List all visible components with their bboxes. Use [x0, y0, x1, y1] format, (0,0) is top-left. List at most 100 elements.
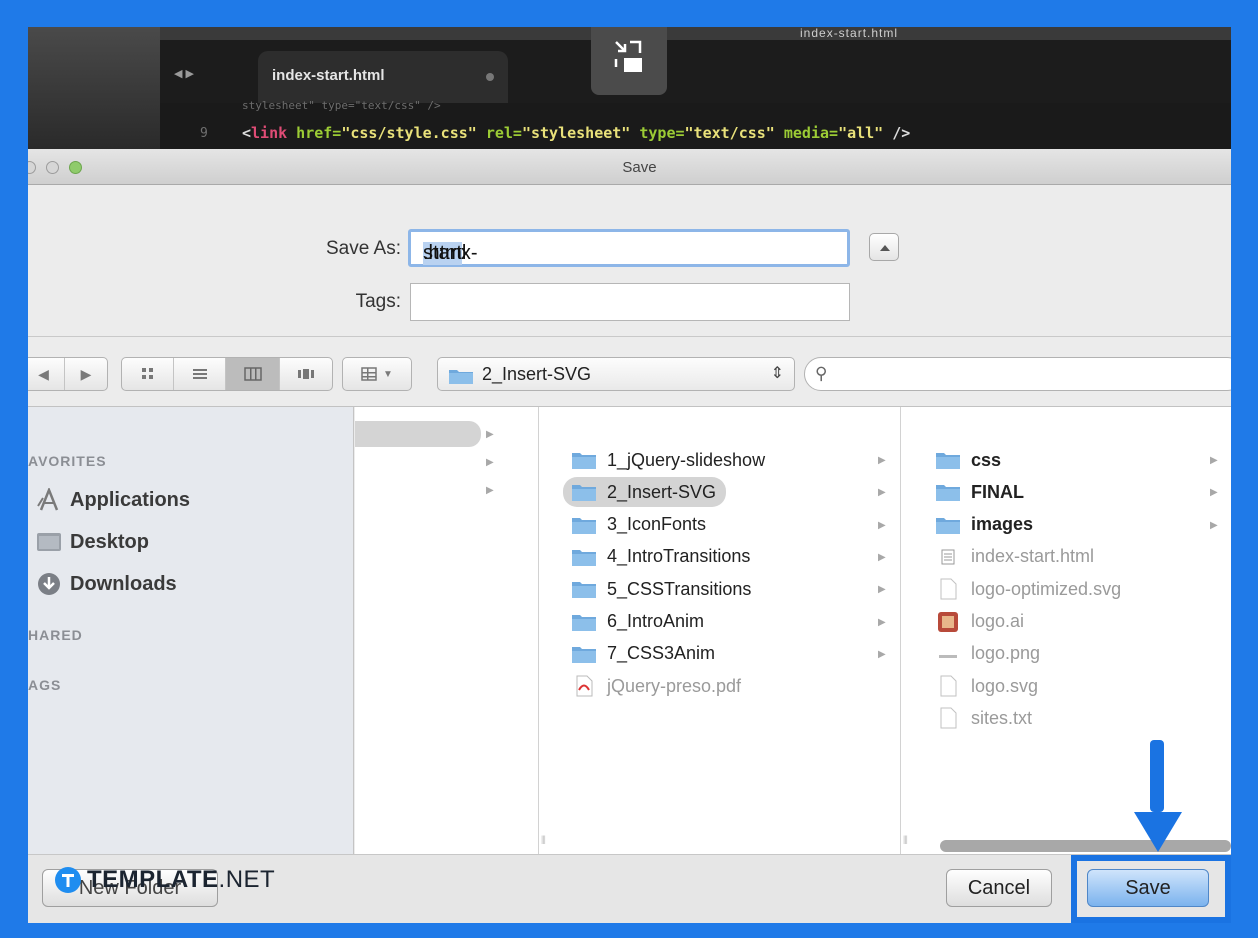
editor-tab-label: index-start.html — [272, 67, 385, 84]
view-mode-group — [121, 357, 333, 391]
browser-item[interactable]: sites.txt — [927, 703, 1032, 733]
sidebar-item-applications[interactable]: Applications — [36, 485, 190, 515]
arrow-down-icon — [1134, 740, 1182, 852]
browser-item[interactable]: 6_IntroAnim — [563, 607, 704, 637]
chevron-right-icon: ▶ — [878, 519, 886, 531]
applications-icon — [36, 488, 62, 512]
forward-icon[interactable]: ▶ — [65, 358, 107, 390]
tags-field[interactable] — [410, 283, 850, 321]
folder-icon — [571, 579, 597, 599]
sidebar: AVORITES Applications Desktop Downloads … — [28, 407, 354, 854]
sidebar-heading-favorites: AVORITES — [28, 453, 107, 469]
browser-item-label: 6_IntroAnim — [607, 611, 705, 631]
browser-item-label: logo.svg — [971, 675, 1039, 696]
folder-icon — [449, 370, 473, 384]
browser-item[interactable]: 5_CSSTransitions — [563, 574, 751, 604]
sidebar-item-label: Downloads — [70, 572, 177, 595]
back-forward-group: ◀ ▶ — [28, 357, 108, 391]
desktop-folder-icon — [36, 530, 62, 554]
tab-close-icon[interactable] — [486, 73, 494, 81]
browser-item-label: 2_Insert-SVG — [607, 481, 717, 502]
browser-item[interactable]: css — [927, 445, 1001, 475]
screenshot-frame: index-start.html ◀ ▶ index-start.html st… — [28, 27, 1231, 923]
save-as-label: Save As: — [326, 238, 401, 259]
browser-item-label: jQuery-preso.pdf — [607, 675, 742, 696]
browser-item-label: sites.txt — [971, 707, 1033, 728]
search-input[interactable]: ⚲ — [804, 357, 1231, 391]
code-val-href: "css/style.css" — [341, 124, 477, 142]
chevron-right-icon: ▶ — [878, 455, 886, 466]
browser-item-label: 3_IconFonts — [607, 514, 707, 535]
column-divider[interactable] — [900, 407, 901, 854]
browser-item[interactable]: index-start.html — [927, 542, 1094, 572]
chevron-right-icon: ▶ — [878, 648, 886, 660]
browser-item[interactable]: jQuery-preso.pdf — [563, 671, 741, 701]
column-divider[interactable] — [538, 407, 539, 854]
code-val-media: "all" — [838, 124, 884, 142]
chevron-right-icon: ▶ — [486, 485, 494, 496]
cover-flow-icon[interactable] — [280, 358, 332, 390]
browser-item[interactable]: logo.png — [927, 639, 1040, 669]
chevron-up-icon — [880, 245, 890, 251]
chevron-right-icon: ▶ — [1210, 455, 1218, 466]
chevron-right-icon: ▶ — [486, 429, 494, 440]
arrange-icon: ▼ — [343, 358, 411, 390]
browser-item-label: css — [971, 449, 1002, 470]
sidebar-item-label: Desktop — [70, 530, 149, 553]
column-view-icon[interactable] — [226, 358, 280, 390]
browser-item[interactable]: 3_IconFonts — [563, 510, 706, 540]
browser-item[interactable]: logo-optimized.svg — [927, 574, 1121, 604]
editor-window: index-start.html ◀ ▶ index-start.html st… — [28, 27, 1231, 149]
browser-item[interactable]: images — [927, 510, 1033, 540]
horizontal-scrollbar[interactable] — [940, 840, 1231, 852]
code-line: <link href="css/style.css" rel="styleshe… — [242, 124, 910, 142]
location-popup[interactable]: 2_Insert-SVG ⇕ — [437, 357, 795, 391]
sidebar-item-desktop[interactable]: Desktop — [36, 527, 149, 557]
chevron-right-icon: ▶ — [878, 616, 886, 628]
browser-item[interactable]: 1_jQuery-slideshow — [563, 445, 765, 475]
code-tag: link — [251, 124, 288, 142]
back-icon[interactable]: ◀ — [28, 358, 66, 390]
column1-selection[interactable] — [355, 421, 481, 447]
file-file-icon — [935, 675, 961, 697]
template-net-watermark: TEMPLATE.NET — [55, 866, 275, 894]
html-file-icon — [935, 547, 961, 567]
editor-nav-arrows-icon[interactable]: ◀ ▶ — [174, 67, 194, 80]
search-icon: ⚲ — [815, 364, 828, 383]
icon-view-icon[interactable] — [122, 358, 174, 390]
browser-item-label: logo.ai — [971, 611, 1025, 631]
editor-tab[interactable]: index-start.html — [258, 51, 508, 103]
browser-item[interactable]: logo.svg — [927, 671, 1038, 701]
editor-title-bar: index-start.html — [160, 27, 1231, 40]
folder-icon — [571, 482, 597, 502]
code-attr-type: type= — [630, 124, 685, 142]
folder-icon — [571, 644, 597, 664]
code-attr-rel: rel= — [476, 124, 522, 142]
browser-item[interactable]: FINAL — [927, 477, 1024, 507]
cancel-button[interactable]: Cancel — [946, 869, 1052, 907]
expand-dialog-button[interactable] — [869, 233, 899, 261]
browser-item-label: 7_CSS3Anim — [607, 643, 716, 664]
sidebar-item-downloads[interactable]: Downloads — [36, 569, 177, 599]
browser-item[interactable]: logo.ai — [927, 607, 1024, 637]
ai-file-icon — [935, 611, 961, 632]
list-view-icon[interactable] — [174, 358, 226, 390]
column-resize-handle-icon[interactable]: ⦀ — [541, 835, 546, 848]
save-dialog-title-bar: Save — [28, 149, 1231, 185]
save-as-field[interactable]: index-start.html — [408, 229, 850, 267]
folder-icon — [935, 450, 961, 470]
exit-fullscreen-icon[interactable] — [591, 27, 667, 95]
chevron-right-icon: ▶ — [1210, 519, 1218, 531]
sidebar-item-label: Applications — [70, 488, 191, 511]
browser-item[interactable]: 4_IntroTransitions — [563, 542, 750, 572]
filename-suffix: .html — [423, 242, 467, 264]
browser-item[interactable]: 7_CSS3Anim — [563, 639, 715, 669]
arrange-menu[interactable]: ▼ — [342, 357, 412, 391]
code-attr-media: media= — [774, 124, 839, 142]
file-file-icon — [935, 578, 961, 600]
browser-item-label: FINAL — [971, 481, 1024, 502]
code-attr-href: href= — [287, 124, 342, 142]
column-resize-handle-icon[interactable]: ⦀ — [903, 835, 908, 848]
chevron-right-icon: ▶ — [878, 551, 886, 563]
browser-item[interactable]: 2_Insert-SVG — [563, 477, 727, 508]
